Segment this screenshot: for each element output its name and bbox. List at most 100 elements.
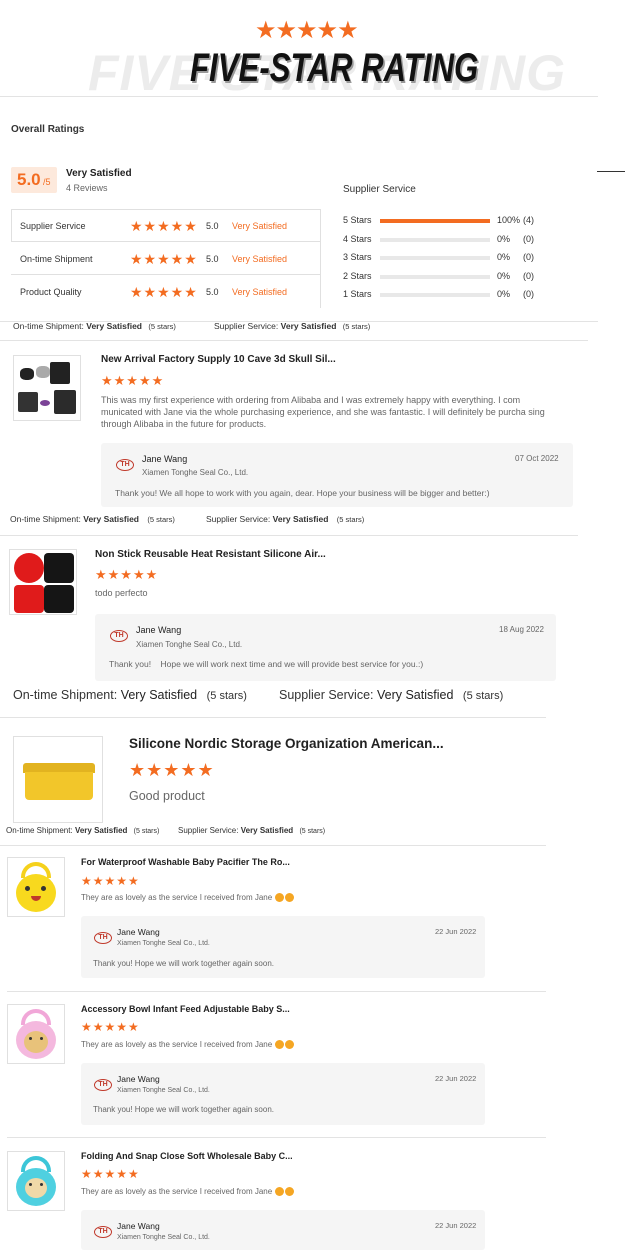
smiling-face-icon — [275, 893, 285, 903]
reply-company: Xiamen Tonghe Seal Co., Ltd. — [117, 940, 210, 947]
reply-date: 22 Jun 2022 — [435, 1074, 477, 1083]
footer-ship-value: Very Satisfied — [83, 514, 140, 524]
review-title[interactable]: Accessory Bowl Infant Feed Adjustable Ba… — [81, 1004, 290, 1014]
rating-label-product-quality: Product Quality — [20, 287, 82, 297]
reply-company: Xiamen Tonghe Seal Co., Ltd. — [136, 640, 243, 649]
reply-name: Jane Wang — [117, 1221, 160, 1231]
review-footer-service: Supplier Service: Very Satisfied (5 star… — [279, 688, 503, 702]
smiling-face-icon — [275, 1040, 285, 1050]
review-footer-service: Supplier Service: Very Satisfied (5 star… — [178, 826, 325, 835]
product-thumbnail[interactable] — [7, 1151, 65, 1211]
overall-score-suffix: /5 — [43, 177, 51, 187]
footer-ship-stars: (5 stars) — [133, 828, 160, 835]
reply-text: Thank you! Hope we will work together ag… — [93, 959, 274, 968]
divider — [0, 340, 588, 341]
footer-svc-label: Supplier Service: — [206, 514, 271, 524]
breakdown-count: (0) — [523, 271, 534, 281]
overall-footer-service: Supplier Service: Very Satisfied (5 star… — [214, 321, 370, 331]
reply-date: 22 Jun 2022 — [435, 927, 477, 936]
seller-logo-icon: TH — [94, 1079, 112, 1091]
footer-ship-label: On-time Shipment: — [13, 688, 118, 702]
overall-review-count[interactable]: 4 Reviews — [66, 183, 108, 193]
product-thumbnail[interactable] — [9, 549, 77, 615]
breakdown-bar-track — [380, 275, 490, 279]
review-footer: On-time Shipment: Very Satisfied (5 star… — [6, 826, 159, 835]
reply-name: Jane Wang — [142, 454, 188, 464]
seller-logo-icon: TH — [94, 1226, 112, 1238]
rating-level-on-time-shipment: Very Satisfied — [232, 254, 288, 264]
reply-company: Xiamen Tonghe Seal Co., Ltd. — [117, 1087, 210, 1094]
footer-ship-stars: (5 stars) — [148, 322, 176, 331]
banner-title: FIVE-STAR RATING — [190, 46, 479, 90]
review-title[interactable]: Non Stick Reusable Heat Resistant Silico… — [95, 549, 326, 560]
reply-date: 22 Jun 2022 — [435, 1221, 477, 1230]
review-text-body: They are as lovely as the service I rece… — [81, 893, 273, 902]
overall-footer: On-time Shipment: Very Satisfied (5 star… — [13, 321, 176, 331]
review-title[interactable]: Folding And Snap Close Soft Wholesale Ba… — [81, 1151, 293, 1161]
breakdown-label: 1 Stars — [343, 289, 372, 299]
rating-score-supplier-service: 5.0 — [206, 221, 219, 231]
review-title[interactable]: Silicone Nordic Storage Organization Ame… — [129, 736, 444, 751]
rating-score-product-quality: 5.0 — [206, 287, 219, 297]
reply-date: 07 Oct 2022 — [515, 454, 559, 463]
review-text: They are as lovely as the service I rece… — [81, 893, 295, 903]
smiling-face-icon — [285, 893, 295, 903]
divider — [7, 991, 546, 992]
review-title[interactable]: For Waterproof Washable Baby Pacifier Th… — [81, 857, 290, 867]
banner-stars: ★★★★★ — [255, 17, 359, 44]
divider — [7, 1137, 546, 1138]
divider — [0, 845, 546, 846]
divider — [0, 535, 578, 536]
reply-name: Jane Wang — [136, 625, 182, 635]
breakdown-bar-track — [380, 256, 490, 260]
breakdown-percent: 0% — [497, 271, 511, 281]
product-thumbnail[interactable] — [7, 857, 65, 917]
rating-stars-product-quality: ★★★★★ — [130, 284, 198, 300]
reply-date: 18 Aug 2022 — [499, 625, 544, 634]
decorative-dash — [597, 171, 625, 172]
breakdown-percent: 100% — [497, 215, 521, 225]
overall-satisfaction: Very Satisfied — [66, 168, 132, 179]
reply-name: Jane Wang — [117, 927, 160, 937]
smiling-face-icon — [285, 1187, 295, 1197]
footer-svc-value: Very Satisfied — [272, 514, 329, 524]
breakdown-bar-fill — [380, 219, 490, 223]
review-stars: ★★★★★ — [129, 760, 215, 780]
review-title[interactable]: New Arrival Factory Supply 10 Cave 3d Sk… — [101, 354, 336, 365]
footer-svc-label: Supplier Service: — [178, 826, 239, 835]
review-stars: ★★★★★ — [101, 373, 165, 388]
footer-svc-stars: (5 stars) — [299, 828, 326, 835]
breakdown-count: (0) — [523, 234, 534, 244]
product-thumbnail[interactable] — [13, 355, 81, 421]
review-text-body: They are as lovely as the service I rece… — [81, 1187, 273, 1196]
rating-level-product-quality: Very Satisfied — [232, 287, 288, 297]
breakdown-bar-track — [380, 293, 490, 297]
breakdown-percent: 0% — [497, 289, 511, 299]
seller-logo-icon: TH — [110, 630, 128, 642]
divider — [0, 717, 546, 718]
footer-svc-label: Supplier Service: — [214, 321, 279, 331]
footer-ship-stars: (5 stars) — [206, 690, 247, 702]
footer-ship-label: On-time Shipment: — [10, 514, 81, 524]
reply-text: Thank you! Hope we will work next time a… — [109, 659, 424, 669]
breakdown-label: 3 Stars — [343, 252, 372, 262]
rating-label-supplier-service: Supplier Service — [20, 221, 86, 231]
product-thumbnail[interactable] — [13, 736, 103, 823]
reply-text: Thank you! Hope we will work together ag… — [93, 1105, 274, 1114]
footer-svc-value: Very Satisfied — [376, 688, 454, 702]
review-text: todo perfecto — [95, 588, 148, 598]
breakdown-bar-track — [380, 238, 490, 242]
breakdown-percent: 0% — [497, 252, 511, 262]
review-text: They are as lovely as the service I rece… — [81, 1040, 295, 1050]
footer-svc-label: Supplier Service: — [279, 688, 374, 702]
smiling-face-icon — [275, 1187, 285, 1197]
reply-text: Thank you! We all hope to work with you … — [115, 488, 490, 498]
reply-name: Jane Wang — [117, 1074, 160, 1084]
breakdown-label: 5 Stars — [343, 215, 372, 225]
footer-ship-value: Very Satisfied — [86, 321, 143, 331]
product-thumbnail[interactable] — [7, 1004, 65, 1064]
seller-reply — [81, 1063, 485, 1125]
breakdown-title: Supplier Service — [343, 184, 416, 195]
rating-stars-on-time-shipment: ★★★★★ — [130, 251, 198, 267]
rating-stars-supplier-service: ★★★★★ — [130, 218, 198, 234]
